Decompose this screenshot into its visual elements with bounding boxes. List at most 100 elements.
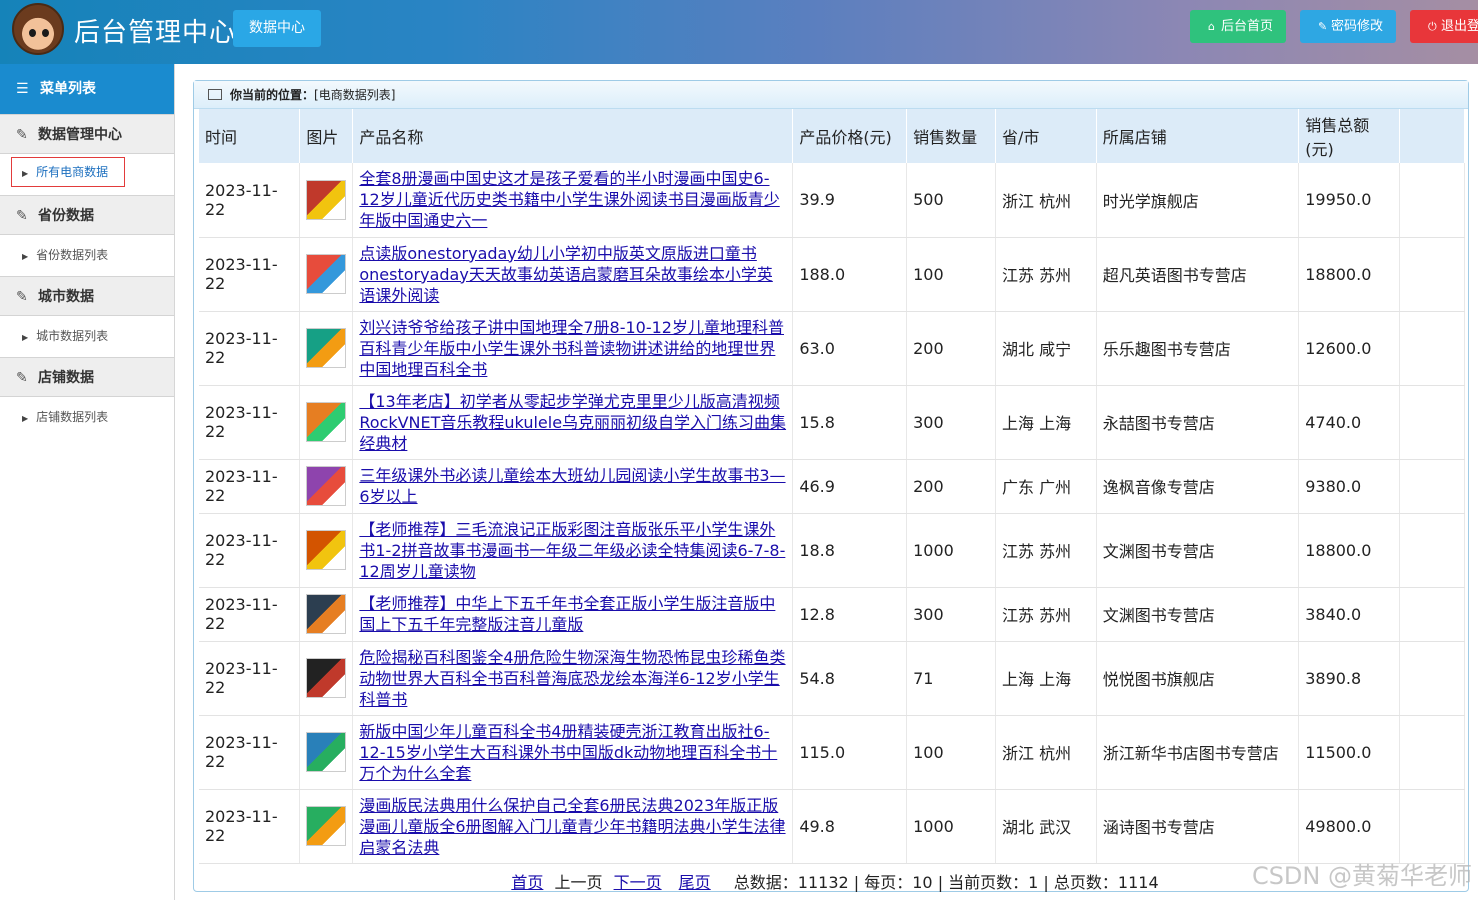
cell-shop: 超凡英语图书专营店 <box>1096 237 1300 312</box>
table-row: 2023-11-22 【13年老店】初学者从零起步学弹尤克里里少儿版高清视频Roc… <box>199 385 1465 460</box>
cell-time: 2023-11-22 <box>199 513 301 588</box>
product-link[interactable]: 刘兴诗爷爷给孩子讲中国地理全7册8-10-12岁儿童地理科普百科青少年版中小学生… <box>359 317 786 380</box>
next-page-link[interactable]: 下一页 <box>614 873 662 892</box>
cell-shop: 时光学旗舰店 <box>1096 163 1300 238</box>
cell-region: 浙江 杭州 <box>995 163 1097 238</box>
product-link[interactable]: 【老师推荐】中华上下五千年书全套正版小学生版注音版中国上下五千年完整版注音儿童版 <box>359 593 786 635</box>
cell-qty: 1000 <box>906 789 996 864</box>
cell-total: 18800.0 <box>1298 237 1401 312</box>
product-link[interactable]: 全套8册漫画中国史这才是孩子爱看的半小时漫画中国史6-12岁儿童近代历史类书籍中… <box>359 168 786 231</box>
cell-shop: 浙江新华书店图书专营店 <box>1096 715 1300 790</box>
product-link[interactable]: 【13年老店】初学者从零起步学弹尤克里里少儿版高清视频RockVNET音乐教程u… <box>359 391 786 454</box>
cell-time: 2023-11-22 <box>199 587 301 642</box>
column-header: 产品价格(元) <box>792 109 908 163</box>
sidebar-item-shop-list[interactable]: ▶ 店铺数据列表 <box>0 397 174 438</box>
product-link[interactable]: 危险揭秘百科图鉴全4册危险生物深海生物恐怖昆虫珍稀鱼类动物世界大百科全书百科普海… <box>359 647 786 710</box>
sidebar-group-city[interactable]: ✎ 城市数据 <box>0 276 174 316</box>
cell-product-name: 三年级课外书必读儿童绘本大班幼儿园阅读小学生故事书3—6岁以上 <box>352 459 794 514</box>
cell-qty: 500 <box>906 163 996 238</box>
last-page-link[interactable]: 尾页 <box>679 873 711 892</box>
product-thumbnail <box>306 466 347 506</box>
cell-region: 江苏 苏州 <box>995 587 1097 642</box>
logout-button[interactable]: ⏻ 退出登 <box>1410 10 1478 43</box>
product-link[interactable]: 点读版onestoryaday幼儿小学初中版英文原版进口童书onestoryad… <box>359 243 786 306</box>
product-link[interactable]: 新版中国少年儿童百科全书4册精装硬壳浙江教育出版社6-12-15岁小学生大百科课… <box>359 721 786 784</box>
column-header: 产品名称 <box>352 109 794 163</box>
product-link[interactable]: 漫画版民法典用什么保护自己全套6册民法典2023年版正版漫画儿童版全6册图解入门… <box>359 795 786 858</box>
cell-price: 188.0 <box>792 237 908 312</box>
cell-price: 18.8 <box>792 513 908 588</box>
edit-icon: ✎ <box>16 208 28 224</box>
cell-empty <box>1399 715 1465 790</box>
column-header: 所属店铺 <box>1096 109 1300 163</box>
cell-qty: 100 <box>906 237 996 312</box>
watermark: CSDN @黄菊华老师 <box>1251 862 1472 890</box>
home-button[interactable]: ⌂ 后台首页 <box>1190 10 1286 43</box>
table-row: 2023-11-22 全套8册漫画中国史这才是孩子爱看的半小时漫画中国史6-12岁… <box>199 163 1465 238</box>
cell-total: 11500.0 <box>1298 715 1401 790</box>
cell-empty <box>1399 163 1465 238</box>
edit-icon: ✎ <box>16 370 28 386</box>
cell-total: 9380.0 <box>1298 459 1401 514</box>
cell-shop: 文渊图书专营店 <box>1096 513 1300 588</box>
cell-qty: 300 <box>906 587 996 642</box>
nav-data-center-button[interactable]: 数据中心 <box>233 10 321 47</box>
product-link[interactable]: 三年级课外书必读儿童绘本大班幼儿园阅读小学生故事书3—6岁以上 <box>359 465 786 507</box>
sidebar-item-all-ecommerce[interactable]: ▶ 所有电商数据 <box>0 154 174 195</box>
cell-shop: 悦悦图书旗舰店 <box>1096 641 1300 716</box>
cell-product-name: 新版中国少年儿童百科全书4册精装硬壳浙江教育出版社6-12-15岁小学生大百科课… <box>352 715 794 790</box>
caret-right-icon: ▶ <box>22 169 29 178</box>
sidebar-group-shop[interactable]: ✎ 店铺数据 <box>0 357 174 397</box>
first-page-link[interactable]: 首页 <box>511 873 543 892</box>
product-thumbnail <box>306 806 347 846</box>
cell-price: 39.9 <box>792 163 908 238</box>
menu-list-header: ☰ 菜单列表 <box>0 64 174 114</box>
prev-page-text: 上一页 <box>554 873 603 892</box>
table-row: 2023-11-22 危险揭秘百科图鉴全4册危险生物深海生物恐怖昆虫珍稀鱼类动物世… <box>199 641 1465 716</box>
sidebar-group-province[interactable]: ✎ 省份数据 <box>0 195 174 235</box>
column-header: 销售数量 <box>906 109 996 163</box>
cell-image <box>299 513 354 588</box>
cell-product-name: 危险揭秘百科图鉴全4册危险生物深海生物恐怖昆虫珍稀鱼类动物世界大百科全书百科普海… <box>352 641 794 716</box>
wrench-icon: ✎ <box>1318 20 1328 33</box>
table-row: 2023-11-22 【老师推荐】三毛流浪记正版彩图注音版张乐平小学生课外书1-2… <box>199 513 1465 588</box>
pagination-stats: 总数据：11132 | 每页：10 | 当前页数：1 | 总页数：1114 <box>733 873 1159 892</box>
cell-product-name: 刘兴诗爷爷给孩子讲中国地理全7册8-10-12岁儿童地理科普百科青少年版中小学生… <box>352 311 794 386</box>
product-thumbnail <box>306 594 347 634</box>
cell-empty <box>1399 311 1465 386</box>
cell-time: 2023-11-22 <box>199 163 301 238</box>
edit-icon: ✎ <box>16 289 28 305</box>
cell-image <box>299 587 354 642</box>
column-header: 省/市 <box>995 109 1097 163</box>
change-password-button[interactable]: ✎ 密码修改 <box>1300 10 1396 43</box>
window-icon <box>208 89 222 100</box>
cell-price: 54.8 <box>792 641 908 716</box>
sidebar: ☰ 菜单列表 ✎ 数据管理中心 ▶ 所有电商数据 ✎ 省份数据 ▶ 省份数据列表 ✎ 城市数… <box>0 64 175 900</box>
cell-time: 2023-11-22 <box>199 789 301 864</box>
cell-price: 46.9 <box>792 459 908 514</box>
cell-time: 2023-11-22 <box>199 237 301 312</box>
cell-qty: 200 <box>906 459 996 514</box>
column-header-empty <box>1399 109 1465 163</box>
power-icon: ⏻ <box>1428 20 1437 33</box>
cell-region: 江苏 苏州 <box>995 237 1097 312</box>
cell-total: 19950.0 <box>1298 163 1401 238</box>
column-header: 销售总额(元) <box>1298 109 1401 163</box>
edit-icon: ✎ <box>16 127 28 143</box>
cell-price: 115.0 <box>792 715 908 790</box>
product-link[interactable]: 【老师推荐】三毛流浪记正版彩图注音版张乐平小学生课外书1-2拼音故事书漫画书一年… <box>359 519 786 582</box>
cell-total: 3890.8 <box>1298 641 1401 716</box>
cell-time: 2023-11-22 <box>199 715 301 790</box>
cell-product-name: 【老师推荐】三毛流浪记正版彩图注音版张乐平小学生课外书1-2拼音故事书漫画书一年… <box>352 513 794 588</box>
cell-qty: 300 <box>906 385 996 460</box>
cell-empty <box>1399 459 1465 514</box>
list-icon: ☰ <box>16 81 29 97</box>
sidebar-group-data-center[interactable]: ✎ 数据管理中心 <box>0 114 174 154</box>
sidebar-item-province-list[interactable]: ▶ 省份数据列表 <box>0 235 174 276</box>
top-header: 后台管理中心 数据中心 ⌂ 后台首页 ✎ 密码修改 ⏻ 退出登 <box>0 0 1478 64</box>
sidebar-item-city-list[interactable]: ▶ 城市数据列表 <box>0 316 174 357</box>
cell-shop: 永喆图书专营店 <box>1096 385 1300 460</box>
ecommerce-table: 时间 图片 产品名称 产品价格(元) 销售数量 省/市 所属店铺 销售总额(元)… <box>199 109 1465 864</box>
cell-product-name: 漫画版民法典用什么保护自己全套6册民法典2023年版正版漫画儿童版全6册图解入门… <box>352 789 794 864</box>
table-row: 2023-11-22 【老师推荐】中华上下五千年书全套正版小学生版注音版中国上下五… <box>199 587 1465 642</box>
